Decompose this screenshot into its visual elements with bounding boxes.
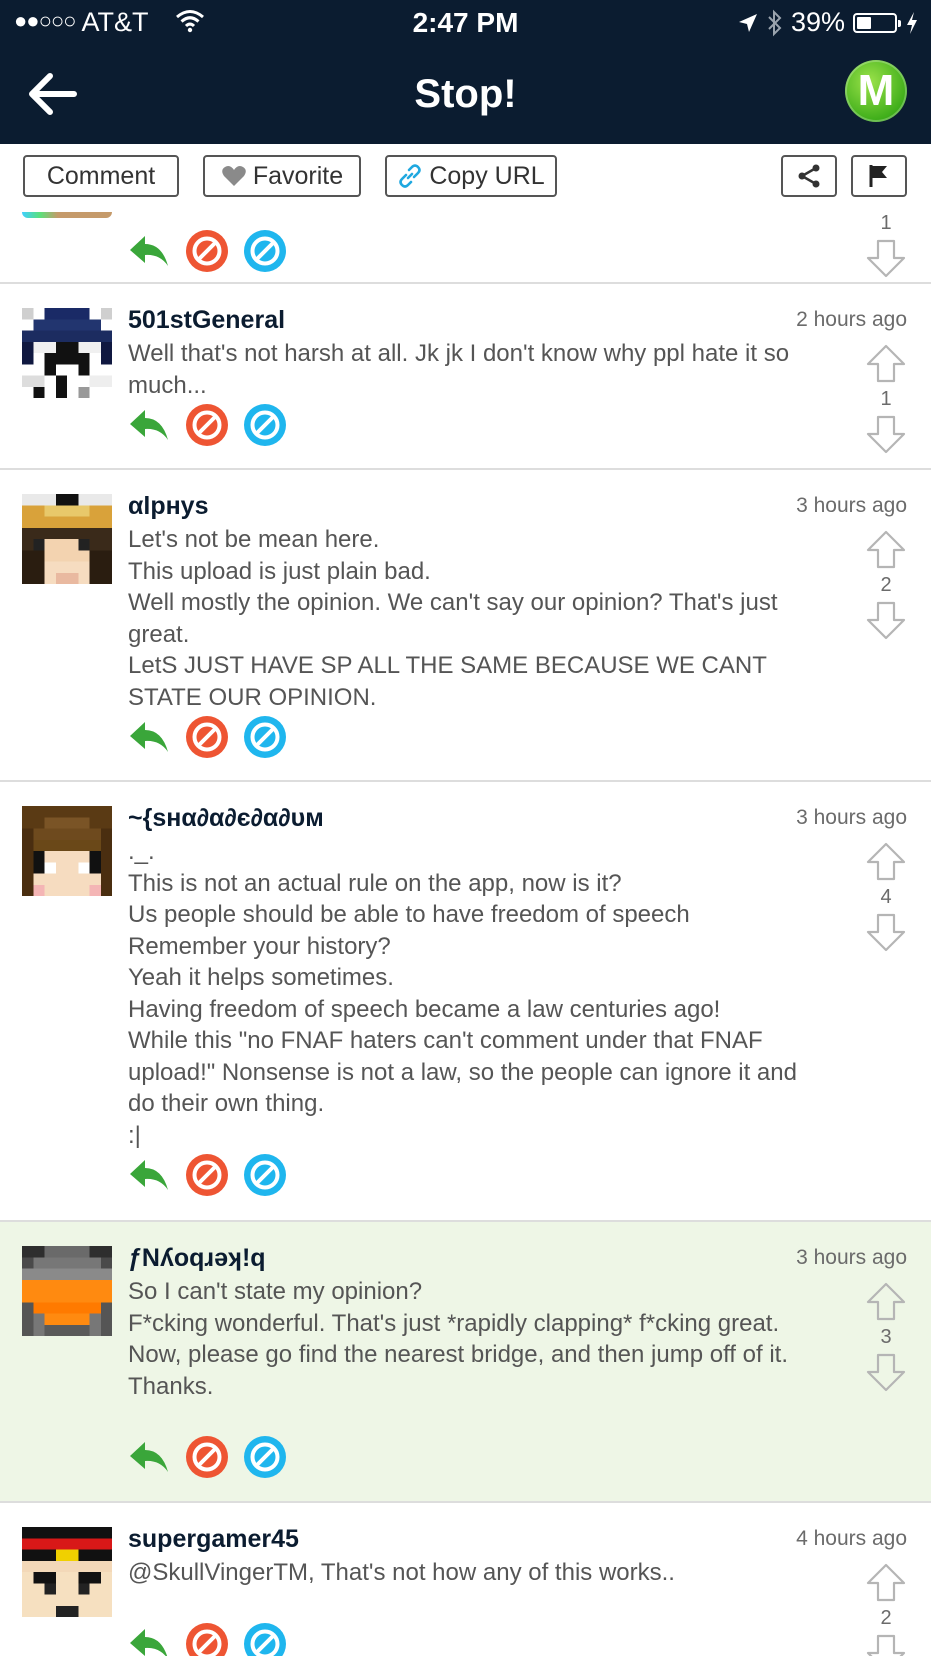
upvote-arrow-icon[interactable] xyxy=(865,842,907,882)
copy-url-button[interactable]: Copy URL xyxy=(385,155,557,197)
charging-bolt-icon xyxy=(907,11,917,34)
downvote-arrow-icon[interactable] xyxy=(865,238,907,278)
comment-text: So I can't state my opinion? F*cking won… xyxy=(128,1278,788,1400)
block-icon[interactable] xyxy=(186,716,228,758)
share-button[interactable] xyxy=(781,155,837,197)
vote-controls: 4 xyxy=(865,842,907,952)
upvote-arrow-icon[interactable] xyxy=(865,1282,907,1322)
comment-list: 1 501stGeneral 2 hours ago Well that's n… xyxy=(0,212,931,1656)
favorite-button[interactable]: Favorite xyxy=(203,155,361,197)
heart-icon xyxy=(222,166,246,186)
vote-count: 4 xyxy=(880,886,892,908)
comment-username[interactable]: supergamer45 xyxy=(128,1525,299,1554)
share-icon xyxy=(798,164,820,188)
report-flag-button[interactable] xyxy=(851,155,907,197)
comment-username[interactable]: ƒNʎoqɹǝʞ!q xyxy=(128,1244,266,1273)
copy-url-button-label: Copy URL xyxy=(429,161,545,190)
vote-count: 2 xyxy=(880,574,892,596)
downvote-arrow-icon[interactable] xyxy=(865,1352,907,1392)
avatar[interactable] xyxy=(22,308,112,398)
block-icon[interactable] xyxy=(186,1436,228,1478)
comment-text: Let's not be mean here. This upload is j… xyxy=(128,526,778,711)
reply-icon[interactable] xyxy=(128,230,170,272)
comment-timestamp: 3 hours ago xyxy=(796,1246,907,1269)
bluetooth-icon xyxy=(768,9,782,36)
comment-button-label: Comment xyxy=(46,161,156,190)
battery-icon xyxy=(853,12,901,33)
comment-actions xyxy=(128,1154,286,1196)
report-icon[interactable] xyxy=(244,404,286,446)
comment-button[interactable]: Comment xyxy=(23,155,179,197)
comment-timestamp: 3 hours ago xyxy=(796,494,907,517)
downvote-arrow-icon[interactable] xyxy=(865,414,907,454)
flag-icon xyxy=(869,165,887,187)
downvote-arrow-icon[interactable] xyxy=(865,912,907,952)
comment-item: ~{sнα∂α∂є∂α∂υм 3 hours ago ._. This is n… xyxy=(0,782,931,1222)
vote-controls: 1 xyxy=(865,212,907,278)
vote-controls: 2 xyxy=(865,530,907,640)
vote-count: 1 xyxy=(880,388,892,410)
comment-actions xyxy=(128,230,286,272)
avatar[interactable] xyxy=(22,1527,112,1617)
location-arrow-icon xyxy=(738,13,757,32)
upvote-arrow-icon[interactable] xyxy=(865,530,907,570)
report-icon[interactable] xyxy=(244,1154,286,1196)
comment-item: supergamer45 4 hours ago @SkullVingerTM,… xyxy=(0,1503,931,1656)
comment-username[interactable]: 501stGeneral xyxy=(128,306,285,335)
report-icon[interactable] xyxy=(244,1436,286,1478)
vote-count: 1 xyxy=(880,212,892,234)
vote-count: 2 xyxy=(880,1607,892,1629)
link-icon xyxy=(399,164,422,188)
battery-fill xyxy=(857,16,871,29)
battery-percent: 39% xyxy=(790,7,845,37)
comment-actions xyxy=(128,404,286,446)
block-icon[interactable] xyxy=(186,404,228,446)
comment-username[interactable]: αlpнys xyxy=(128,492,209,521)
comment-timestamp: 3 hours ago xyxy=(796,806,907,829)
comment-text: ._. This is not an actual rule on the ap… xyxy=(128,838,797,1149)
vote-controls: 1 xyxy=(865,344,907,454)
avatar[interactable] xyxy=(22,1246,112,1336)
comment-item-partial: 1 xyxy=(0,212,931,284)
comment-actions xyxy=(128,1436,286,1478)
nav-bar: Stop! M xyxy=(0,46,931,144)
avatar[interactable] xyxy=(22,494,112,584)
comment-actions xyxy=(128,716,286,758)
avatar-partial xyxy=(22,212,112,218)
favorite-button-label: Favorite xyxy=(252,161,344,190)
status-right: 39% xyxy=(737,7,919,38)
reply-icon[interactable] xyxy=(128,1623,170,1656)
downvote-arrow-icon[interactable] xyxy=(865,1633,907,1656)
page-title: Stop! xyxy=(414,72,517,116)
reply-icon[interactable] xyxy=(128,1436,170,1478)
report-icon[interactable] xyxy=(244,716,286,758)
downvote-arrow-icon[interactable] xyxy=(865,600,907,640)
vote-count: 3 xyxy=(880,1326,892,1348)
app-logo[interactable]: M xyxy=(845,60,907,122)
vote-controls: 2 xyxy=(865,1563,907,1656)
reply-icon[interactable] xyxy=(128,716,170,758)
vote-controls: 3 xyxy=(865,1282,907,1392)
report-icon[interactable] xyxy=(244,1623,286,1656)
comment-username[interactable]: ~{sнα∂α∂є∂α∂υм xyxy=(128,804,324,833)
reply-icon[interactable] xyxy=(128,1154,170,1196)
avatar[interactable] xyxy=(22,806,112,896)
comment-text: Well that's not harsh at all. Jk jk I do… xyxy=(128,340,790,399)
comment-timestamp: 2 hours ago xyxy=(796,308,907,331)
comment-item-highlighted: ƒNʎoqɹǝʞ!q 3 hours ago So I can't state … xyxy=(0,1222,931,1503)
upvote-arrow-icon[interactable] xyxy=(865,344,907,384)
block-icon[interactable] xyxy=(186,230,228,272)
status-bar: ●●○○○ AT&T 2:47 PM 39% xyxy=(0,0,931,46)
comment-item: 501stGeneral 2 hours ago Well that's not… xyxy=(0,284,931,470)
report-icon[interactable] xyxy=(244,230,286,272)
comment-text: @SkullVingerTM, That's not how any of th… xyxy=(128,1559,675,1586)
reply-icon[interactable] xyxy=(128,404,170,446)
comment-timestamp: 4 hours ago xyxy=(796,1527,907,1550)
upvote-arrow-icon[interactable] xyxy=(865,1563,907,1603)
block-icon[interactable] xyxy=(186,1154,228,1196)
action-toolbar: Comment Favorite Copy URL xyxy=(0,144,931,212)
comment-item: αlpнys 3 hours ago Let's not be mean her… xyxy=(0,470,931,782)
block-icon[interactable] xyxy=(186,1623,228,1656)
comment-actions xyxy=(128,1623,286,1656)
